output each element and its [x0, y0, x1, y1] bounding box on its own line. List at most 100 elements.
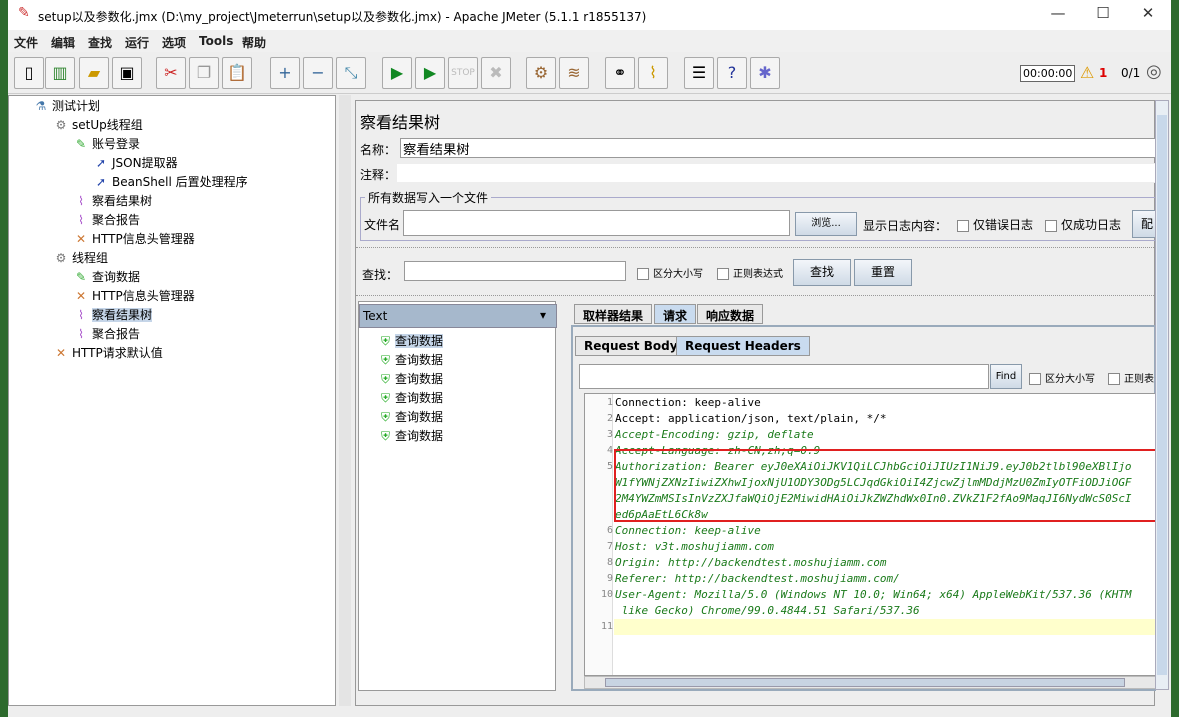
find-case-checkbox[interactable]: 区分大小写	[1029, 370, 1095, 385]
scrollbar-thumb[interactable]	[605, 678, 1125, 687]
clear-all-icon[interactable]: ≋	[559, 57, 589, 89]
menu-search[interactable]: 查找	[88, 34, 112, 51]
tree-node-label: HTTP请求默认值	[72, 346, 163, 360]
templates-icon[interactable]: ▥	[45, 57, 75, 89]
code-line: Accept-Encoding: gzip, deflate	[615, 428, 814, 441]
tree-node[interactable]: ➚ BeanShell 后置处理程序	[93, 173, 248, 191]
tree-node[interactable]: ✕ HTTP信息头管理器	[73, 230, 195, 248]
reset-button[interactable]: 重置	[854, 259, 912, 286]
maximize-button[interactable]: ☐	[1083, 4, 1123, 26]
remote-icon[interactable]: ✱	[750, 57, 780, 89]
title-bar: ✎ setup以及参数化.jmx (D:\my_project\Jmeterru…	[8, 0, 1171, 30]
shutdown-icon[interactable]: ✖	[481, 57, 511, 89]
code-line: Accept: application/json, text/plain, */…	[615, 412, 887, 425]
result-item[interactable]: ⛨ 查询数据	[381, 370, 443, 388]
search-input[interactable]	[404, 261, 626, 281]
line-number: 2	[606, 413, 613, 424]
start-icon[interactable]: ▶	[382, 57, 412, 89]
find-input[interactable]	[579, 364, 989, 389]
find-button[interactable]: Find	[990, 364, 1022, 389]
menu-tools[interactable]: Tools	[199, 34, 233, 48]
menu-help[interactable]: 帮助	[242, 34, 266, 51]
filename-input[interactable]	[403, 210, 790, 236]
comment-input[interactable]	[396, 163, 1156, 183]
open-icon[interactable]: ▰	[79, 57, 109, 89]
name-label: 名称：	[360, 143, 397, 157]
tree-node[interactable]: ✕ HTTP信息头管理器	[73, 287, 195, 305]
case-sensitive-checkbox[interactable]: 区分大小写	[637, 265, 703, 280]
tab-request-headers[interactable]: Request Headers	[676, 336, 810, 356]
clear-icon[interactable]: ⚙	[526, 57, 556, 89]
tree-node[interactable]: ⚙ 线程组	[53, 249, 108, 267]
function-helper-icon[interactable]: ☰	[684, 57, 714, 89]
menu-edit[interactable]: 编辑	[51, 34, 75, 51]
save-icon[interactable]: ▣	[112, 57, 142, 89]
tree-node-label: 测试计划	[52, 99, 101, 113]
search-button[interactable]: 查找	[793, 259, 851, 286]
headers-editor[interactable]: 1 Connection: keep-alive 2 Accept: applicat…	[584, 393, 1166, 676]
tab-response-data[interactable]: 响应数据	[697, 304, 764, 324]
tree-node[interactable]: ✕ HTTP请求默认值	[53, 344, 163, 362]
expand-icon[interactable]: +	[270, 57, 300, 89]
line-number: 10	[600, 589, 613, 600]
result-item[interactable]: ⛨ 查询数据	[381, 332, 444, 350]
tree-node-label: 聚合报告	[92, 327, 141, 341]
broom-icon[interactable]: ⌇	[638, 57, 668, 89]
warning-count: 1	[1099, 66, 1108, 80]
renderer-select[interactable]: Text ▾	[359, 304, 557, 328]
tree-node[interactable]: ➚ JSON提取器	[93, 154, 178, 172]
test-plan-tree[interactable]: ⚗ 测试计划 ⚙ setUp线程组 ✎ 账号登录 ➚ JSON提取器 ➚ BeanShell 后置…	[8, 95, 336, 706]
tree-node[interactable]: ⌇ 察看结果树	[73, 306, 153, 324]
tree-node[interactable]: ⚙ setUp线程组	[53, 116, 143, 134]
tree-node[interactable]: ✎ 账号登录	[73, 135, 140, 153]
tree-node[interactable]: ⌇ 察看结果树	[73, 192, 152, 210]
tab-request-body[interactable]: Request Body	[575, 336, 687, 356]
vertical-scrollbar-thumb[interactable]	[1157, 115, 1167, 675]
tree-node[interactable]: ✎ 查询数据	[73, 268, 140, 286]
menu-options[interactable]: 选项	[162, 34, 186, 51]
toggle-icon[interactable]: ⤡	[336, 57, 366, 89]
result-label: 查询数据	[395, 391, 444, 405]
tab-sampler-result[interactable]: 取样器结果	[574, 304, 653, 324]
tree-node[interactable]: ⚗ 测试计划	[33, 97, 100, 115]
errors-only-checkbox[interactable]: 仅错误日志	[957, 216, 1033, 233]
tree-node-label: 察看结果树	[92, 308, 153, 322]
tree-node[interactable]: ⌇ 聚合报告	[73, 325, 140, 343]
find-regex-checkbox[interactable]: 正则表	[1108, 370, 1154, 385]
result-item[interactable]: ⛨ 查询数据	[381, 408, 443, 426]
tab-request[interactable]: 请求	[654, 304, 697, 324]
minimize-button[interactable]: —	[1038, 4, 1078, 26]
result-item[interactable]: ⛨ 查询数据	[381, 427, 443, 445]
close-button[interactable]: ✕	[1128, 4, 1168, 26]
window-title: setup以及参数化.jmx (D:\my_project\Jmeterrun\…	[38, 10, 647, 24]
splitter-2[interactable]	[356, 291, 1156, 296]
new-icon[interactable]: ▯	[14, 57, 44, 89]
name-input[interactable]	[400, 138, 1156, 158]
splitter-1[interactable]	[356, 243, 1156, 248]
regex-checkbox[interactable]: 正则表达式	[717, 265, 783, 280]
collapse-icon[interactable]: −	[303, 57, 333, 89]
browse-button[interactable]: 浏览...	[795, 212, 857, 236]
success-only-checkbox[interactable]: 仅成功日志	[1045, 216, 1121, 233]
file-label: 文件名	[364, 218, 401, 232]
menu-file[interactable]: 文件	[14, 34, 38, 51]
help-icon[interactable]: ?	[717, 57, 747, 89]
menu-run[interactable]: 运行	[125, 34, 149, 51]
tree-node-label: 聚合报告	[92, 213, 141, 227]
line-number: 6	[606, 525, 613, 536]
cut-icon[interactable]: ✂	[156, 57, 186, 89]
warning-icon[interactable]: ⚠	[1080, 63, 1094, 82]
comment-label: 注释：	[360, 168, 397, 182]
tree-node[interactable]: ⌇ 聚合报告	[73, 211, 140, 229]
copy-icon[interactable]: ❐	[189, 57, 219, 89]
vertical-splitter[interactable]	[339, 95, 351, 706]
stop-icon[interactable]: STOP	[448, 57, 478, 89]
result-item[interactable]: ⛨ 查询数据	[381, 351, 443, 369]
search-binoculars-icon[interactable]: ⚭	[605, 57, 635, 89]
start-no-pause-icon[interactable]: ▶	[415, 57, 445, 89]
horizontal-scrollbar[interactable]	[584, 676, 1166, 689]
toolbar: ▯ ▥ ▰ ▣ ✂ ❐ 📋 + − ⤡ ▶ ▶ STOP ✖ ⚙ ≋ ⚭ ⌇ ☰…	[8, 54, 1171, 94]
paste-icon[interactable]: 📋	[222, 57, 252, 89]
result-item[interactable]: ⛨ 查询数据	[381, 389, 443, 407]
vertical-scrollbar[interactable]	[1155, 100, 1169, 690]
